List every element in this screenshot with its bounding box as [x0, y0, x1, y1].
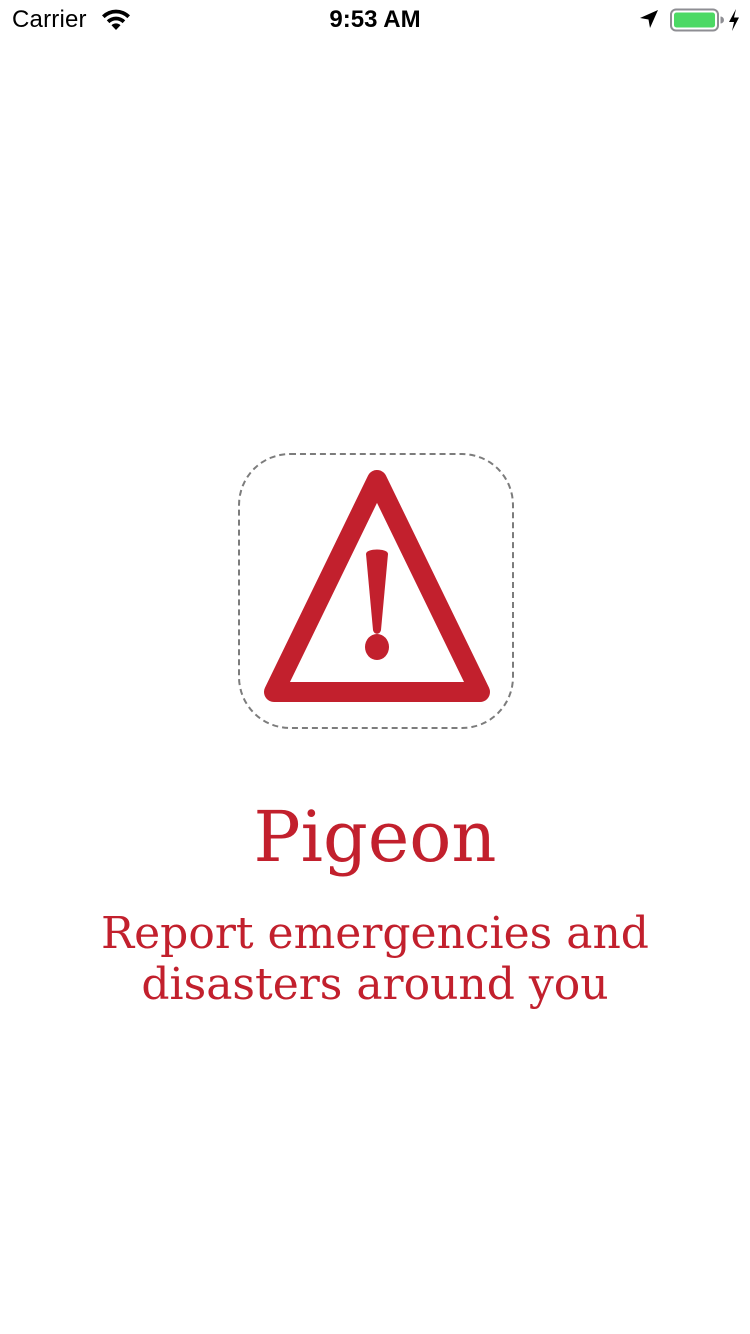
warning-triangle-icon	[264, 470, 490, 702]
charging-bolt-icon	[729, 9, 739, 31]
location-arrow-icon	[640, 10, 658, 28]
battery-icon	[670, 8, 724, 32]
status-bar: Carrier 9:53 AM	[0, 0, 750, 40]
app-tagline: Report emergencies and disasters around …	[101, 908, 649, 1010]
app-title: Pigeon	[253, 796, 497, 878]
